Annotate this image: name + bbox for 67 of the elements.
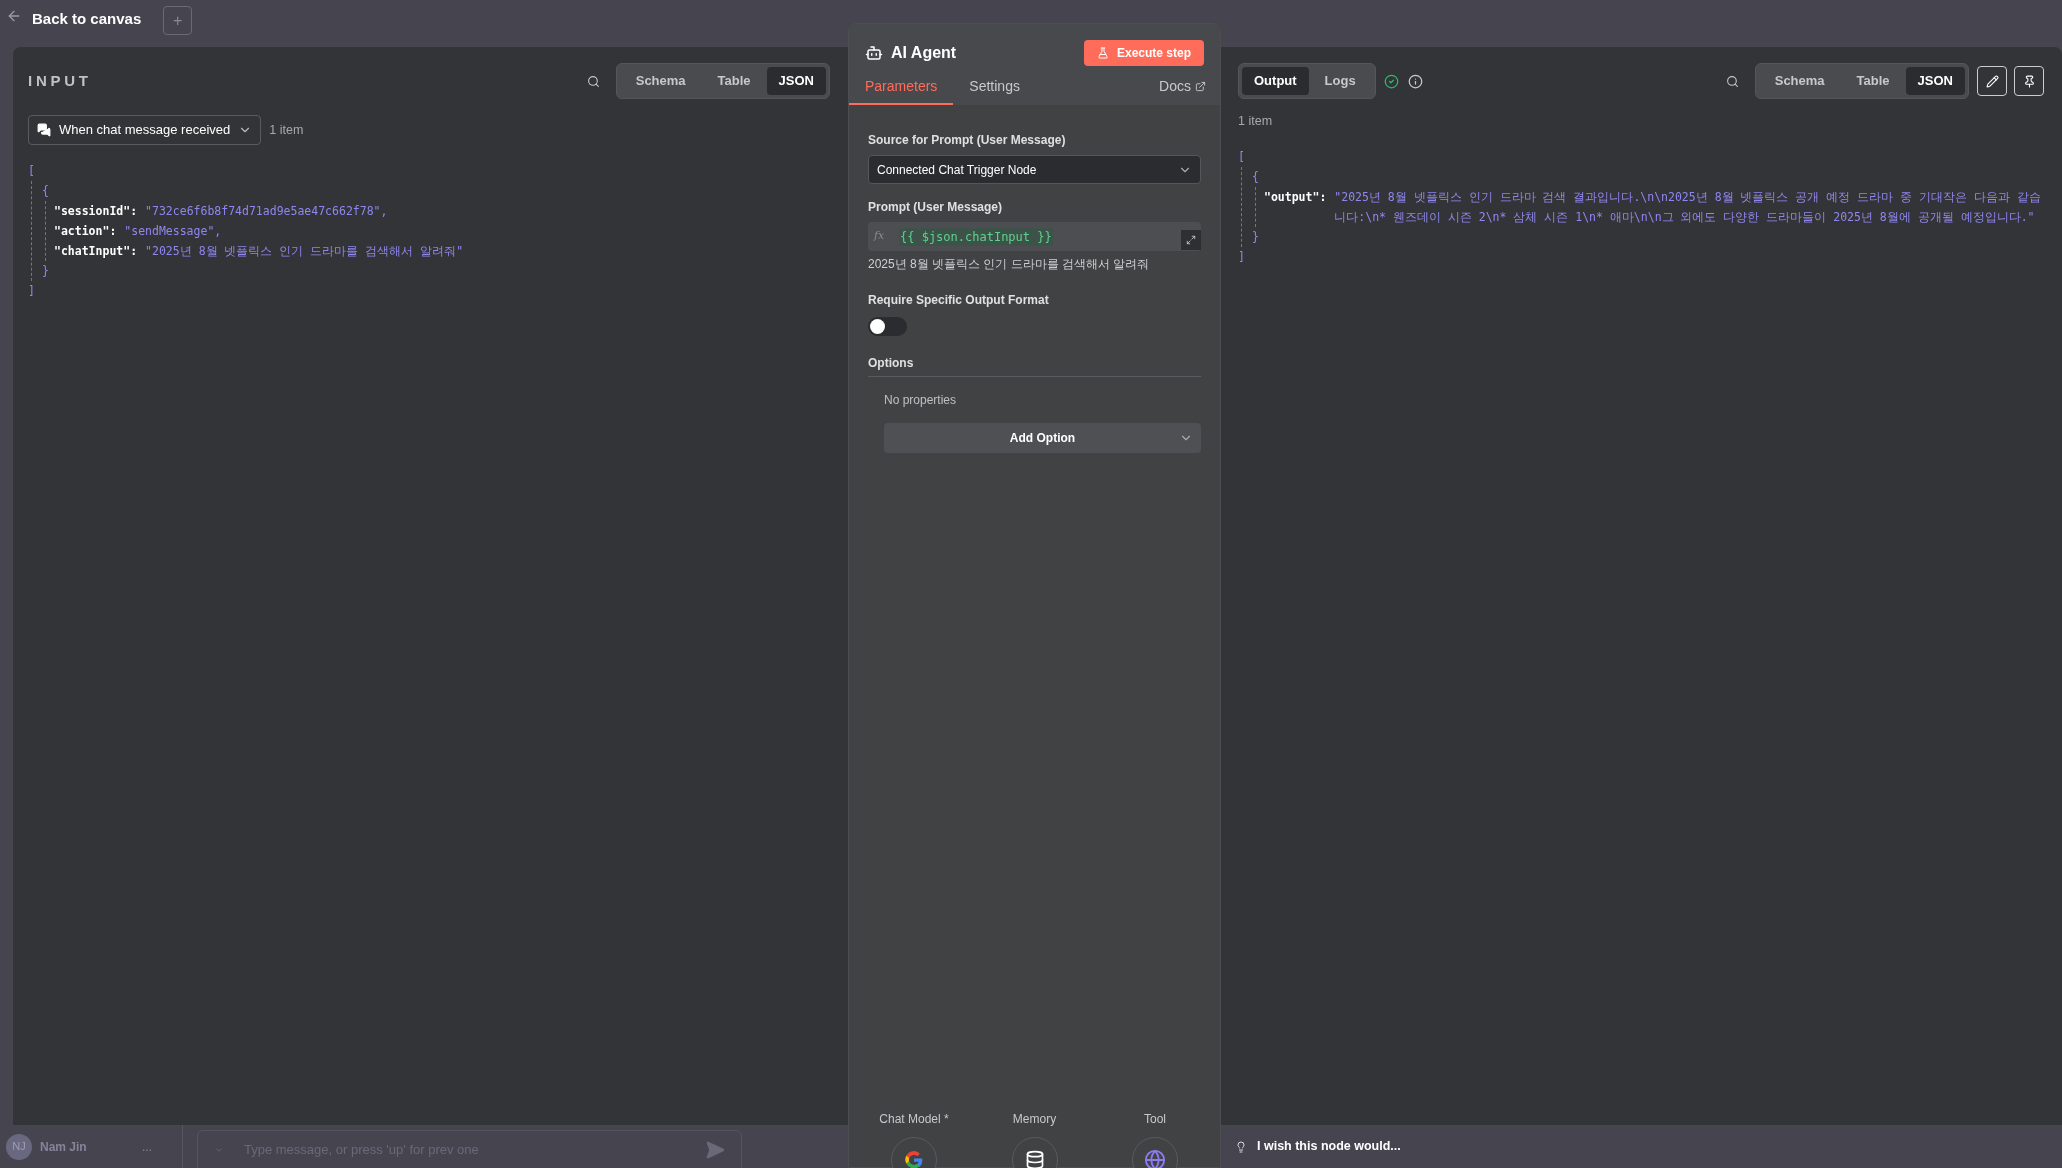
sub-node-label: Memory [1012,1111,1057,1128]
node-title: AI Agent [891,43,957,63]
info-icon[interactable] [1407,73,1423,89]
panel-tab[interactable]: Settings [953,76,1036,105]
source-dropdown[interactable]: Connected Chat Trigger Node [868,155,1201,184]
json-brace: { [42,183,49,200]
json-value: "732ce6f6b8f74d71ad9e5ae47c662f78", [145,203,388,220]
json-key: "output": [1264,186,1327,227]
user-name: Nam Jin [40,1138,87,1156]
json-key: "chatInput": [54,241,138,261]
trigger-dropdown[interactable]: When chat message received [28,115,262,145]
expression-field[interactable]: fx {{ $json.chatInput }} [868,222,1201,251]
view-tab[interactable]: Table [701,67,767,95]
view-tab[interactable]: Logs [1308,67,1372,95]
panel-tab[interactable]: Parameters [849,76,954,105]
empty-state-text: No properties [884,392,958,409]
sub-node-label: Chat Model * [879,1111,949,1128]
json-bracket: [ [28,163,35,180]
expression-preview: 2025년 8월 넷플릭스 인기 드라마를 검색해서 알려줘 [868,256,1151,273]
database-icon [1024,1150,1045,1168]
pencil-icon [1985,74,1999,88]
expand-icon[interactable] [1186,235,1196,245]
view-tab[interactable]: Table [1840,67,1906,95]
json-bracket: [ [1238,148,1245,166]
toggle-switch[interactable] [868,317,907,336]
view-tab[interactable]: JSON [766,67,826,95]
json-brace: } [1252,228,1259,246]
json-value: "sendMessage", [124,223,222,240]
execute-step-button[interactable]: Execute step [1083,40,1204,66]
chat-icon [37,123,51,137]
json-bracket: ] [28,283,35,300]
google-g-icon [904,1150,924,1168]
section-heading: Options [868,354,1201,377]
globe-icon [1144,1149,1166,1168]
json-key: "sessionId": [54,201,138,221]
item-count: 1 item [269,121,304,139]
json-brace: } [42,263,49,280]
lightbulb-icon [1235,1140,1247,1153]
view-tab[interactable]: Schema [1758,67,1841,95]
panel-title: INPUT [28,70,92,91]
edit-button[interactable] [1977,66,2007,96]
success-check-icon [1383,73,1399,89]
search-icon[interactable] [1725,74,1739,88]
add-option-button[interactable]: Add Option [884,423,1201,453]
search-icon[interactable] [586,74,600,88]
field-label: Source for Prompt (User Message) [868,132,1067,149]
field-label: Require Specific Output Format [868,292,1050,309]
json-bracket: ] [1238,248,1245,266]
json-brace: { [1252,168,1259,186]
sub-node-label: Tool [1144,1111,1166,1128]
view-tab[interactable]: Output [1242,67,1309,95]
back-to-canvas-link[interactable]: Back to canvas [32,8,142,31]
flask-icon [1096,47,1109,59]
view-tab[interactable]: JSON [1905,67,1965,95]
field-label: Prompt (User Message) [868,199,1004,216]
feedback-link[interactable]: I wish this node would... [1257,1137,1401,1156]
json-value: "2025년 8월 넷플릭스 인기 드라마를 검색해서 알려줘" [145,243,464,260]
item-count: 1 item [1238,113,1273,130]
json-value: "2025년 8월 넷플릭스 인기 드라마 검색 결과입니다.\n\n2025년 8월 넷플릭스 공개 예정 드라마 중 기대작은 다음과 같습니다:\n* 웬즈데이 시즌 2\n* 삼체 시즌 1\n* 애마\n\n그 외에도 다양한 드라마들이 2025년 8월에 공개될 예정입니다." [1334,188,2042,226]
docs-link[interactable]: Docs [1159,76,1206,105]
pin-button[interactable] [2014,66,2044,96]
json-key: "action": [54,221,117,241]
view-tab[interactable]: Schema [619,67,702,95]
robot-icon [865,44,883,62]
add-button[interactable]: + [163,6,193,35]
external-link-icon [1195,81,1206,92]
pin-icon [2022,74,2036,88]
